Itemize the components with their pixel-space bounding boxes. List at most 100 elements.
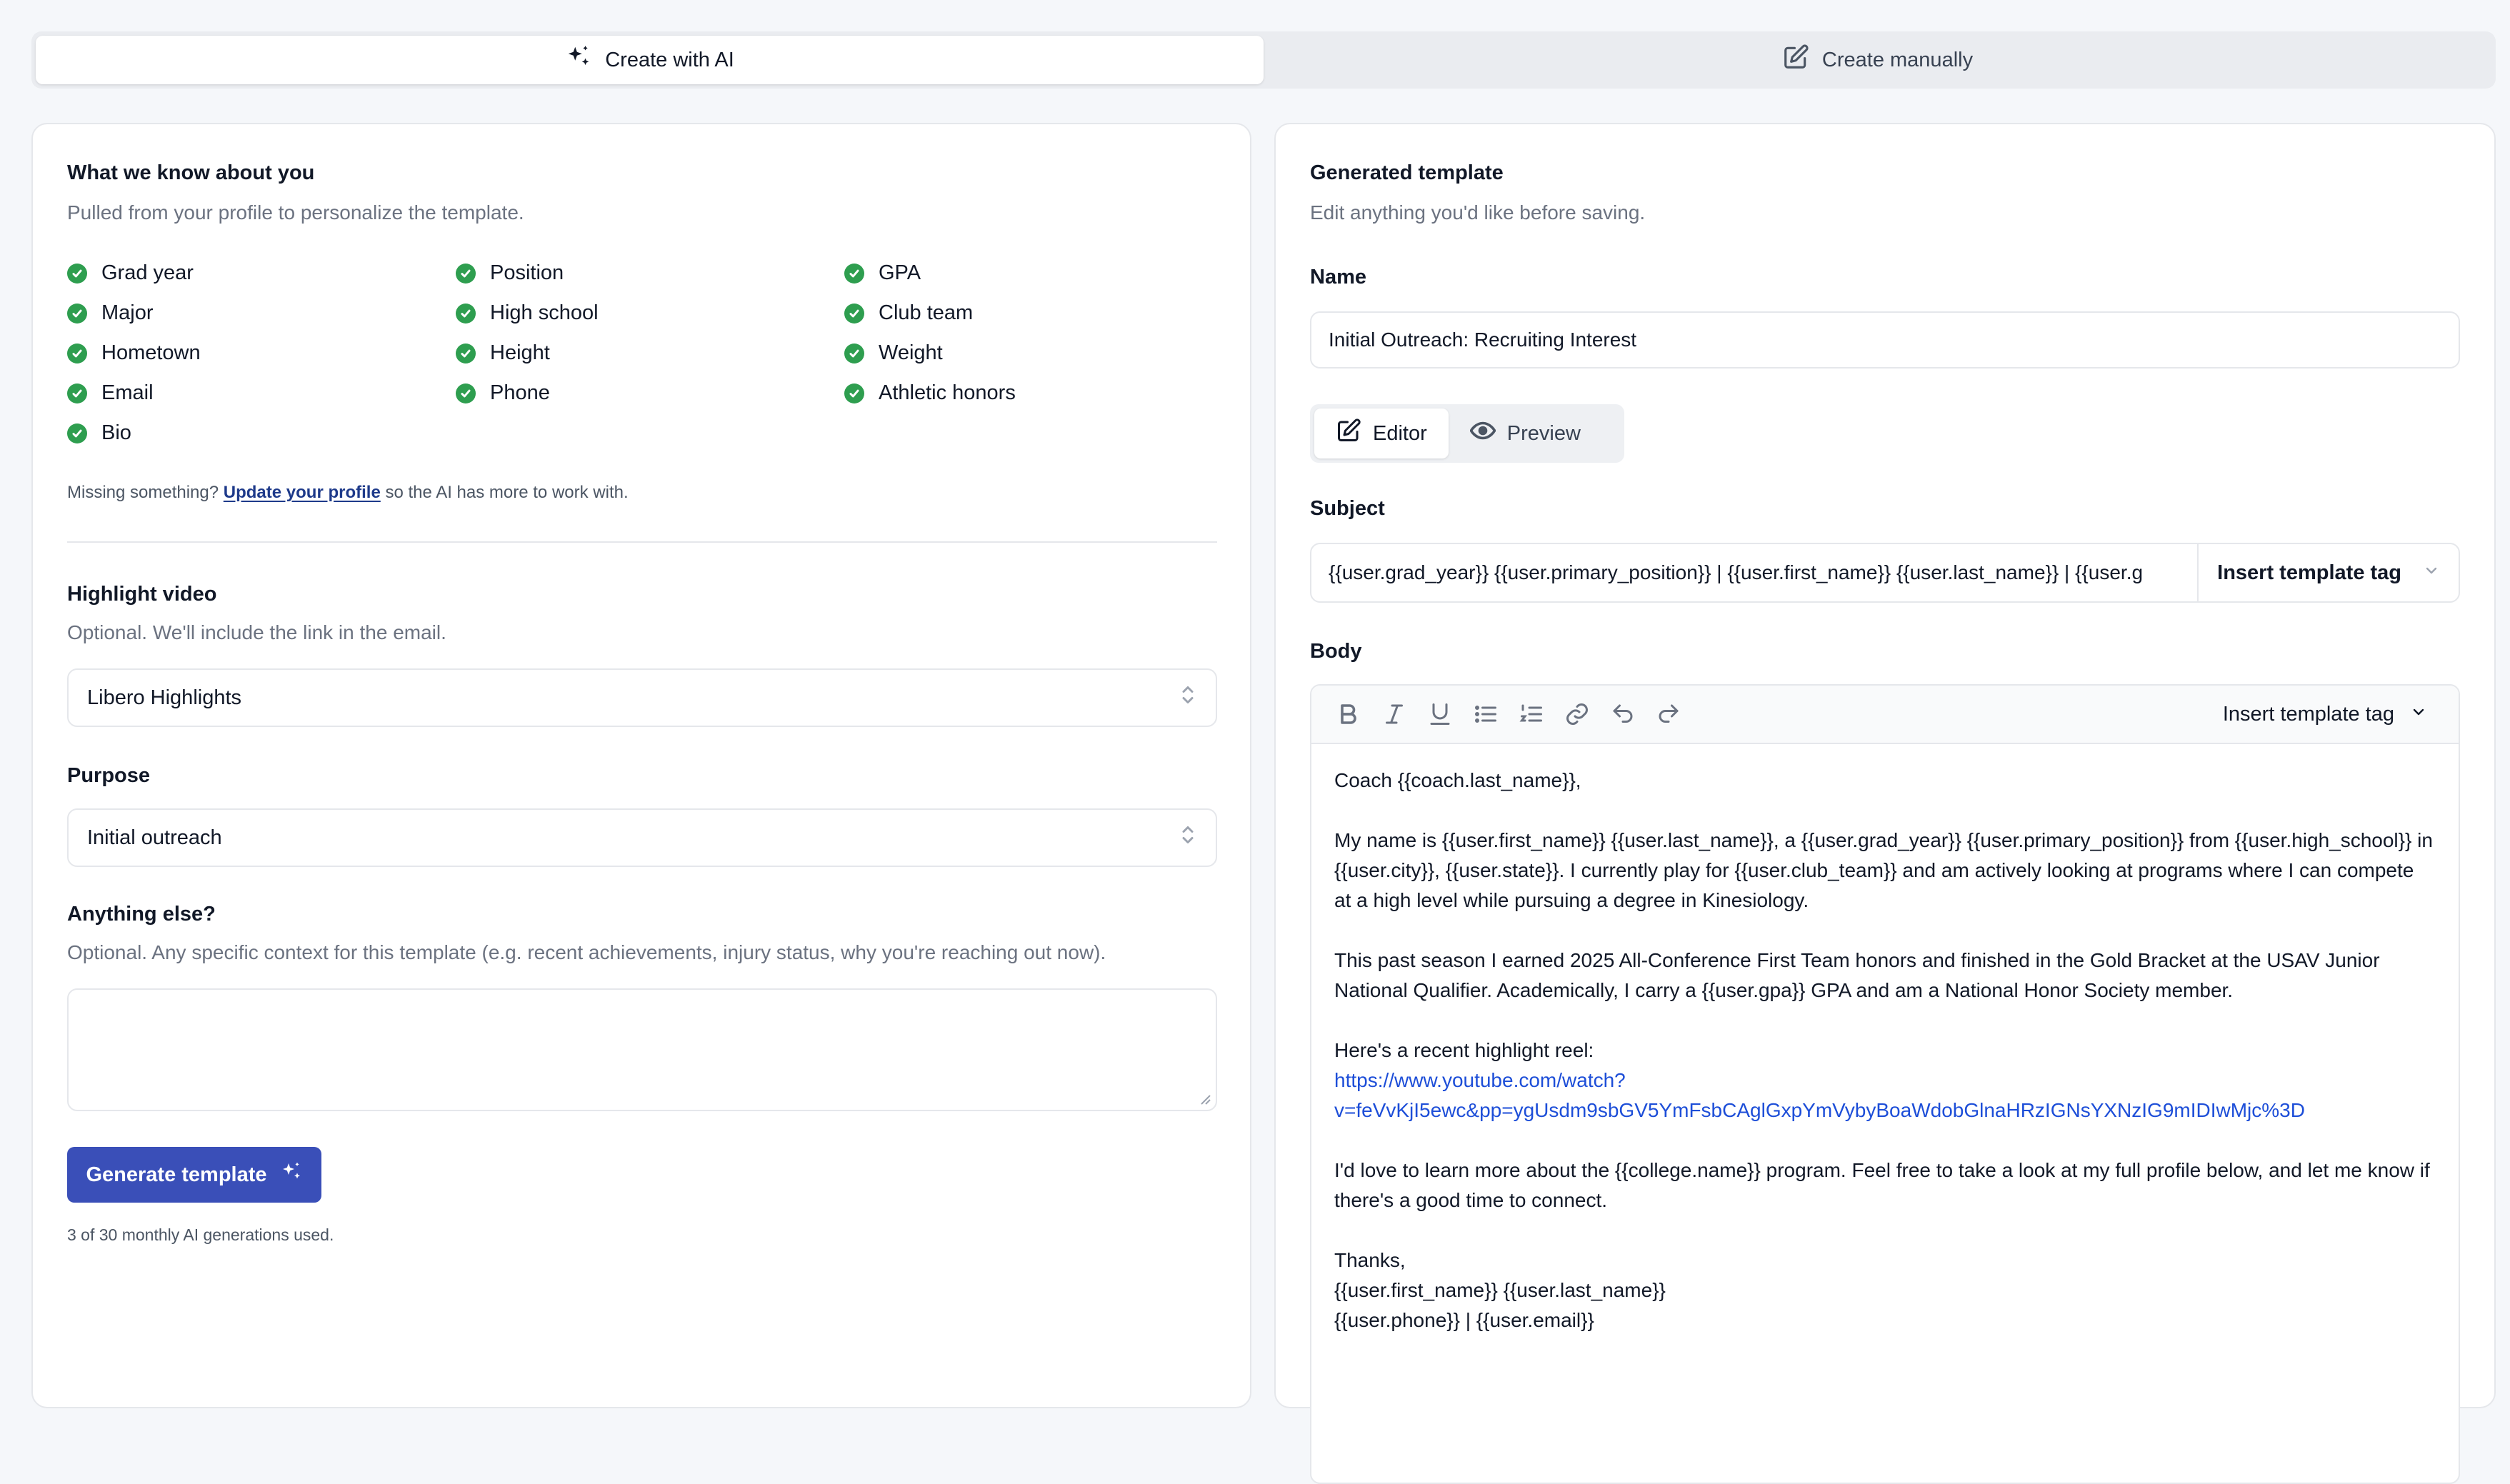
bold-icon[interactable] <box>1326 691 1371 737</box>
redo-icon[interactable] <box>1646 691 1691 737</box>
generate-template-label: Generate template <box>86 1163 267 1186</box>
check-circle-icon <box>67 383 87 403</box>
tab-editor-label: Editor <box>1373 421 1427 445</box>
signature-name: {{user.first_name}} {{user.last_name}} <box>1334 1279 1666 1301</box>
subject-label: Subject <box>1310 497 1385 520</box>
profile-field-item: Hometown <box>67 341 201 365</box>
check-circle-icon <box>844 263 864 284</box>
profile-field-label: Weight <box>879 341 943 364</box>
reel-link-line-1[interactable]: https://www.youtube.com/watch? <box>1334 1069 1626 1091</box>
missing-prefix: Missing something? <box>67 483 219 502</box>
missing-info-text: Missing something? Update your profile s… <box>67 483 629 503</box>
check-circle-icon <box>844 343 864 364</box>
eye-icon <box>1469 418 1496 449</box>
profile-field-label: Phone <box>490 381 550 404</box>
generated-title: Generated template <box>1310 161 1504 184</box>
purpose-label: Purpose <box>67 764 151 787</box>
profile-field-item: High school <box>456 301 599 325</box>
profile-field-label: Bio <box>101 421 131 444</box>
ai-input-card: What we know about you Pulled from your … <box>31 123 1251 1408</box>
reel-link-line-2[interactable]: v=feVvKjI5ewc&pp=ygUsdm9sbGV5YmFsbCAglGx… <box>1334 1099 2305 1121</box>
body-paragraph-closing: I'd love to learn more about the {{colle… <box>1334 1159 2430 1211</box>
check-circle-icon <box>67 423 87 443</box>
profile-field-label: Position <box>490 261 564 284</box>
pencil-square-icon <box>1336 418 1361 449</box>
tab-editor[interactable]: Editor <box>1314 408 1449 458</box>
check-circle-icon <box>67 343 87 364</box>
check-circle-icon <box>456 303 476 324</box>
underline-icon[interactable] <box>1417 691 1463 737</box>
name-input[interactable]: Initial Outreach: Recruiting Interest <box>1310 311 2460 369</box>
generate-template-button[interactable]: Generate template <box>67 1147 321 1203</box>
tab-create-with-ai[interactable]: Create with AI <box>36 36 1264 84</box>
highlight-video-help: Optional. We'll include the link in the … <box>67 621 446 643</box>
undo-icon[interactable] <box>1600 691 1646 737</box>
anything-else-textarea[interactable] <box>67 988 1217 1111</box>
numbered-list-icon[interactable] <box>1509 691 1554 737</box>
body-highlight-reel: Here's a recent highlight reel: https://… <box>1334 1036 2436 1125</box>
name-label: Name <box>1310 266 1366 289</box>
generation-usage-text: 3 of 30 monthly AI generations used. <box>67 1225 334 1244</box>
profile-field-label: High school <box>490 301 599 324</box>
tab-create-manually[interactable]: Create manually <box>1264 36 2491 84</box>
purpose-select[interactable]: Initial outreach <box>67 808 1217 867</box>
sparkles-icon <box>280 1160 303 1189</box>
reel-intro: Here's a recent highlight reel: <box>1334 1039 1594 1061</box>
tab-preview-label: Preview <box>1506 421 1581 445</box>
highlight-video-select[interactable]: Libero Highlights <box>67 668 1217 727</box>
divider <box>67 541 1217 543</box>
anything-else-help: Optional. Any specific context for this … <box>67 941 1106 963</box>
body-insert-tag-label: Insert template tag <box>2222 702 2394 726</box>
chevron-down-icon <box>2423 561 2440 585</box>
link-icon[interactable] <box>1554 691 1600 737</box>
tab-create-manually-label: Create manually <box>1821 48 1974 71</box>
profile-field-item: Phone <box>456 381 550 405</box>
check-circle-icon <box>456 263 476 284</box>
pencil-square-icon <box>1782 44 1809 76</box>
tab-preview[interactable]: Preview <box>1449 408 1602 458</box>
profile-field-item: Bio <box>67 421 131 445</box>
anything-else-label: Anything else? <box>67 903 216 926</box>
check-circle-icon <box>67 303 87 324</box>
profile-field-item: Position <box>456 261 564 285</box>
signoff: Thanks, <box>1334 1249 1406 1271</box>
generated-template-card: Generated template Edit anything you'd l… <box>1274 123 2496 1484</box>
profile-field-label: Athletic honors <box>879 381 1016 404</box>
editor-preview-toggle: Editor Preview <box>1310 404 1624 463</box>
profile-field-item: Major <box>67 301 154 325</box>
profile-field-item: Email <box>67 381 154 405</box>
check-circle-icon <box>844 303 864 324</box>
profile-field-item: Athletic honors <box>844 381 1016 405</box>
body-paragraph-achievements: This past season I earned 2025 All-Confe… <box>1334 949 2380 1001</box>
sparkles-icon <box>565 44 592 76</box>
missing-suffix: so the AI has more to work with. <box>385 483 629 502</box>
profile-field-label: Grad year <box>101 261 194 284</box>
check-circle-icon <box>456 343 476 364</box>
profile-field-label: Major <box>101 301 154 324</box>
profile-field-item: Club team <box>844 301 973 325</box>
purpose-value: Initial outreach <box>87 826 222 849</box>
profile-field-label: Club team <box>879 301 974 324</box>
profile-field-label: Height <box>490 341 550 364</box>
highlight-video-label: Highlight video <box>67 583 217 606</box>
update-profile-link[interactable]: Update your profile <box>224 483 381 502</box>
body-content[interactable]: Coach {{coach.last_name}}, My name is {{… <box>1311 744 2459 1387</box>
check-circle-icon <box>456 383 476 403</box>
highlight-video-value: Libero Highlights <box>87 686 242 709</box>
profile-field-item: Weight <box>844 341 943 365</box>
generated-subtitle: Edit anything you'd like before saving. <box>1310 201 1646 224</box>
profile-field-item: GPA <box>844 261 921 285</box>
subject-field: {{user.grad_year}} {{user.primary_positi… <box>1310 543 2460 603</box>
subject-insert-tag-select[interactable]: Insert template tag <box>2197 544 2459 601</box>
body-greeting: Coach {{coach.last_name}}, <box>1334 769 1581 791</box>
check-circle-icon <box>844 383 864 403</box>
chevron-up-down-icon <box>1179 684 1197 711</box>
italic-icon[interactable] <box>1371 691 1417 737</box>
bullet-list-icon[interactable] <box>1463 691 1509 737</box>
resize-handle-icon[interactable] <box>1199 1093 1211 1106</box>
body-insert-tag-select[interactable]: Insert template tag <box>2223 703 2444 726</box>
profile-field-label: Email <box>101 381 154 404</box>
body-signature: Thanks, {{user.first_name}} {{user.last_… <box>1334 1245 2436 1335</box>
profile-subtitle: Pulled from your profile to personalize … <box>67 201 524 224</box>
subject-input[interactable]: {{user.grad_year}} {{user.primary_positi… <box>1311 544 2197 601</box>
